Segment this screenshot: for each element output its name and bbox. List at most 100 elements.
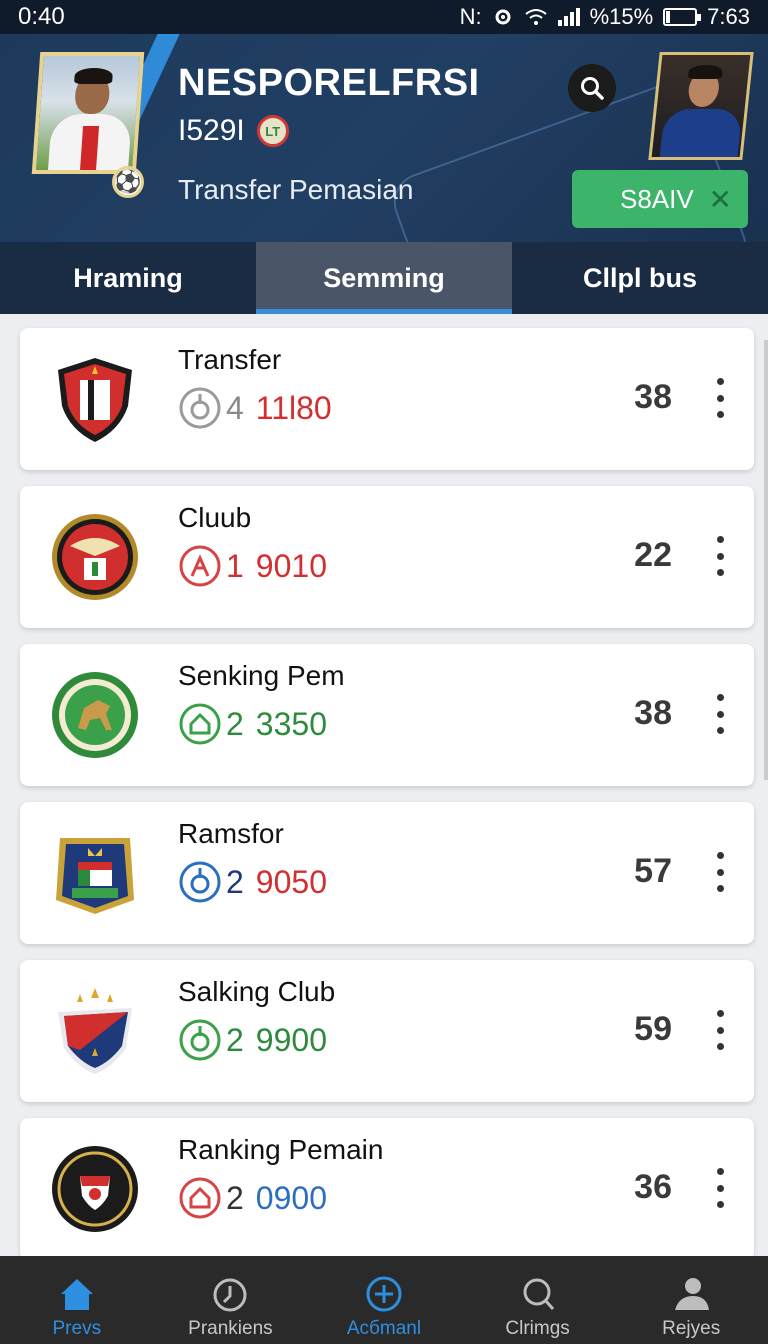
- tab-label: Hraming: [73, 262, 183, 293]
- nav-item-acbmanl[interactable]: Acбmanl: [307, 1256, 461, 1344]
- player-avatar[interactable]: [31, 52, 145, 174]
- item-name: Transfer: [178, 344, 282, 375]
- stat-prefix: 2: [226, 863, 244, 900]
- list-item[interactable]: Ranking Pemain 2 0900 36: [20, 1118, 754, 1260]
- status-time-left: 0:40: [18, 3, 65, 30]
- target-icon: [179, 1019, 221, 1061]
- item-name: Cluub: [178, 502, 252, 533]
- item-score: 38: [634, 378, 672, 416]
- player-id: I529I: [178, 114, 245, 147]
- page-subtitle: Transfer Pemasian: [178, 174, 414, 205]
- battery-percent: %15%: [589, 4, 654, 29]
- list-item[interactable]: Ramsfor 2 9050 57: [20, 802, 754, 944]
- target-icon: [179, 861, 221, 903]
- stat-value: 3350: [255, 705, 327, 742]
- player-avatar-secondary[interactable]: [648, 52, 754, 160]
- item-name: Ranking Pemain: [178, 1134, 384, 1165]
- nav-label: Prankiens: [188, 1318, 273, 1339]
- bottom-nav: Prevs Prankiens Acбmanl Clrimgs Rejyes: [0, 1256, 768, 1344]
- gear-icon: [495, 9, 511, 25]
- club-logo-icon: [52, 514, 138, 600]
- search-icon: [581, 77, 604, 100]
- player-id-row: I529I LT: [178, 114, 289, 148]
- nav-item-rejyes[interactable]: Rejyes: [614, 1256, 768, 1344]
- item-stat: 2 0900: [178, 1176, 327, 1220]
- save-button-label: S8AIV: [620, 183, 694, 214]
- item-stat: 2 3350: [178, 702, 327, 746]
- tab-hraming[interactable]: Hraming: [0, 242, 256, 314]
- status-icons: N: %15% 7:63: [460, 4, 750, 30]
- person-icon: [675, 1278, 710, 1310]
- item-score: 59: [634, 1010, 672, 1048]
- nav-item-prevs[interactable]: Prevs: [0, 1256, 154, 1344]
- close-icon[interactable]: ✕: [709, 183, 732, 216]
- tab-bar: Hraming Semming Cllpl bus: [0, 242, 768, 314]
- club-logo-icon: [52, 1146, 138, 1232]
- list-item[interactable]: Salking Club 2 9900 59: [20, 960, 754, 1102]
- home-badge-icon: [179, 703, 221, 745]
- more-options-icon[interactable]: [714, 852, 726, 892]
- signal-icon: [557, 8, 580, 26]
- stat-value: 9010: [255, 547, 327, 584]
- item-stat: 2 9900: [178, 1018, 327, 1062]
- more-options-icon[interactable]: [714, 694, 726, 734]
- profile-header: ⚽ NESPORELFRSI I529I LT Transfer Pemasia…: [0, 34, 768, 242]
- search-button[interactable]: [568, 64, 616, 112]
- nav-item-clrimgs[interactable]: Clrimgs: [461, 1256, 615, 1344]
- list-item[interactable]: Cluub 1 9010 22: [20, 486, 754, 628]
- item-stat: 2 9050: [178, 860, 327, 904]
- flag-badge-icon: LT: [256, 115, 289, 147]
- list-item[interactable]: Senking Pem 2 3350 38: [20, 644, 754, 786]
- tab-cllpl-bus[interactable]: Cllpl bus: [512, 242, 768, 314]
- nav-label: Prevs: [52, 1318, 102, 1339]
- item-stat: 4 11l80: [178, 386, 332, 430]
- stat-prefix: 2: [226, 1179, 244, 1216]
- page-title: NESPORELFRSI: [178, 62, 480, 104]
- wifi-icon: [524, 9, 547, 25]
- runner-icon: [179, 545, 221, 587]
- item-name: Ramsfor: [178, 818, 284, 849]
- more-options-icon[interactable]: [714, 1168, 726, 1208]
- home-badge-icon: [179, 1177, 221, 1219]
- more-options-icon[interactable]: [714, 1010, 726, 1050]
- home-icon: [60, 1279, 93, 1310]
- nav-item-prankiens[interactable]: Prankiens: [154, 1256, 308, 1344]
- club-logo-icon: [52, 672, 138, 758]
- notification-icons-text: N:: [459, 4, 482, 29]
- scrollbar[interactable]: [764, 340, 768, 780]
- more-options-icon[interactable]: [714, 378, 726, 418]
- club-logo-icon: [58, 358, 132, 442]
- target-icon: [179, 387, 221, 429]
- stat-prefix: 2: [226, 705, 244, 742]
- add-circle-icon: [366, 1276, 402, 1312]
- list-item[interactable]: Transfer 4 11l80 38: [20, 328, 754, 470]
- tab-semming[interactable]: Semming: [256, 242, 512, 314]
- club-logo-icon: [58, 988, 132, 1074]
- more-options-icon[interactable]: [714, 536, 726, 576]
- item-stat: 1 9010: [178, 544, 327, 588]
- stat-value: 9900: [255, 1021, 327, 1058]
- stat-prefix: 1: [226, 547, 244, 584]
- tab-label: Cllpl bus: [583, 262, 697, 293]
- stat-value: 11l80: [255, 389, 332, 426]
- battery-icon: [663, 8, 702, 26]
- status-bar: 0:40 N: %15% 7:63: [0, 0, 768, 34]
- nav-label: Rejyes: [662, 1318, 721, 1339]
- item-score: 36: [634, 1168, 672, 1206]
- item-name: Salking Club: [178, 976, 336, 1007]
- ranking-list: Transfer 4 11l80 38 Cluub 1 9010 22 Senk…: [20, 328, 754, 1276]
- status-time-right: 7:63: [707, 4, 750, 29]
- item-score: 22: [634, 536, 672, 574]
- item-score: 57: [634, 852, 672, 890]
- stat-prefix: 4: [226, 389, 244, 426]
- item-name: Senking Pem: [178, 660, 345, 691]
- stat-prefix: 2: [226, 1021, 244, 1058]
- tab-label: Semming: [323, 262, 445, 293]
- soccer-ball-icon: ⚽: [112, 166, 144, 198]
- stat-value: 0900: [255, 1179, 327, 1216]
- search-icon: [523, 1278, 554, 1310]
- save-button[interactable]: S8AIV ✕: [572, 170, 748, 228]
- nav-label: Clrimgs: [505, 1318, 570, 1339]
- nav-label: Acбmanl: [346, 1318, 422, 1339]
- clock-icon: [213, 1278, 247, 1312]
